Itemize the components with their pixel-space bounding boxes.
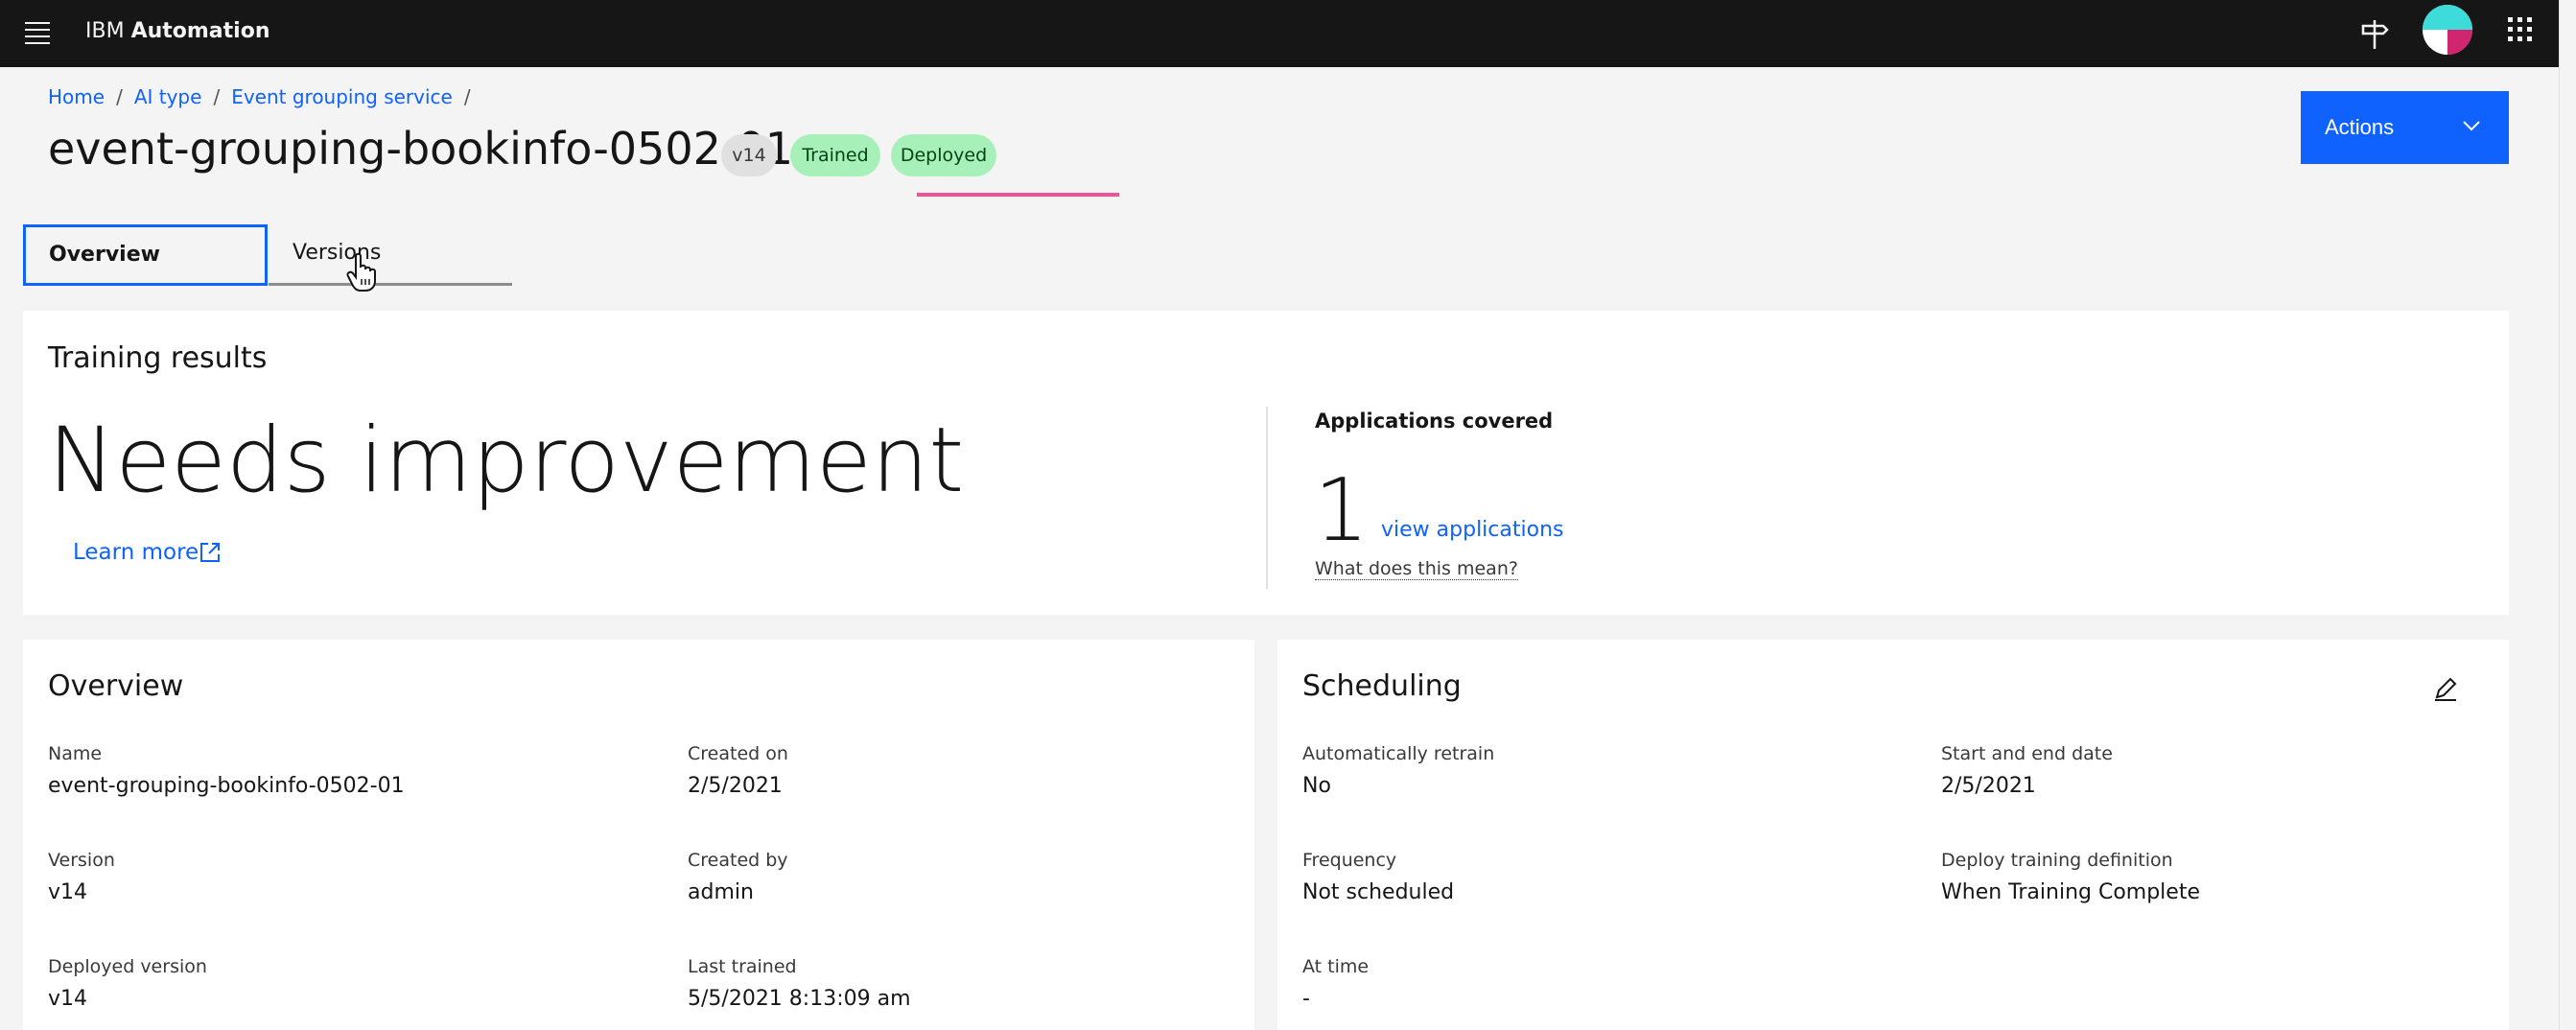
highlight-underline (917, 193, 1119, 197)
tab-versions[interactable]: Versions (269, 224, 512, 286)
chevron-down-icon (2463, 121, 2480, 131)
frequency-label: Frequency (1302, 850, 1397, 871)
created-on-label: Created on (688, 743, 788, 764)
automatically-retrain-value: No (1302, 774, 1331, 798)
breadcrumb-separator: / (116, 85, 123, 108)
trained-status-tag: Trained (790, 134, 880, 176)
deployed-version-value: v14 (48, 987, 88, 1011)
breadcrumb-ai-type[interactable]: AI type (134, 85, 202, 108)
deployed-version-label: Deployed version (48, 956, 207, 977)
last-trained-value: 5/5/2021 8:13:09 am (688, 987, 911, 1011)
deployed-status-tag: Deployed (891, 134, 996, 176)
name-value: event-grouping-bookinfo-0502-01 (48, 774, 405, 798)
brand-prefix: IBM (85, 19, 125, 43)
breadcrumb-home[interactable]: Home (48, 85, 105, 108)
applications-covered-heading: Applications covered (1315, 410, 1554, 433)
hand-cursor-icon (346, 252, 376, 292)
actions-button-label: Actions (2325, 115, 2395, 139)
version-label: Version (48, 850, 115, 871)
scheduling-heading: Scheduling (1302, 669, 1462, 703)
breadcrumb-separator: / (463, 85, 471, 108)
avatar[interactable] (2423, 5, 2472, 55)
deploy-training-definition-value: When Training Complete (1941, 880, 2200, 904)
section-divider (1266, 407, 1268, 589)
created-by-value: admin (688, 880, 754, 904)
created-by-label: Created by (688, 850, 788, 871)
overview-card: Overview Name event-grouping-bookinfo-05… (23, 640, 1254, 1030)
overview-heading: Overview (48, 669, 184, 703)
version-tag: v14 (721, 134, 777, 176)
top-nav-bar: IBM Automation (0, 0, 2559, 67)
page-title: event-grouping-bookinfo-0502-01 (48, 123, 793, 175)
last-trained-label: Last trained (688, 956, 797, 977)
breadcrumb: Home / AI type / Event grouping service / (48, 85, 482, 108)
breadcrumb-event-grouping-service[interactable]: Event grouping service (231, 85, 453, 108)
tab-overview[interactable]: Overview (23, 224, 268, 286)
deploy-training-definition-label: Deploy training definition (1941, 850, 2173, 871)
at-time-value: - (1302, 987, 1310, 1011)
start-end-date-value: 2/5/2021 (1941, 774, 2036, 798)
training-status-value: Needs improvement (48, 409, 965, 513)
signpost-icon[interactable] (2360, 16, 2389, 51)
automatically-retrain-label: Automatically retrain (1302, 743, 1495, 764)
brand-name: Automation (130, 19, 270, 43)
view-applications-link[interactable]: view applications (1381, 518, 1563, 542)
version-value: v14 (48, 880, 88, 904)
name-label: Name (48, 743, 103, 764)
start-end-date-label: Start and end date (1941, 743, 2113, 764)
applications-count: 1 (1314, 460, 1370, 561)
learn-more-link[interactable]: Learn more (73, 540, 199, 565)
app-switcher-icon[interactable] (2508, 17, 2533, 42)
what-does-this-mean-link[interactable]: What does this mean? (1315, 558, 1518, 580)
brand-logo[interactable]: IBM Automation (85, 19, 270, 43)
page-scrollbar[interactable] (2559, 0, 2576, 1030)
menu-icon[interactable] (25, 21, 50, 44)
frequency-value: Not scheduled (1302, 880, 1455, 904)
training-results-card: Training results Needs improvement Learn… (23, 311, 2509, 615)
actions-button[interactable]: Actions (2301, 91, 2509, 164)
created-on-value: 2/5/2021 (688, 774, 783, 798)
launch-icon[interactable] (199, 541, 222, 564)
training-results-heading: Training results (48, 341, 268, 375)
at-time-label: At time (1302, 956, 1370, 977)
edit-icon[interactable] (2431, 674, 2460, 703)
scheduling-card: Scheduling Automatically retrain No Star… (1277, 640, 2509, 1030)
breadcrumb-separator: / (213, 85, 221, 108)
